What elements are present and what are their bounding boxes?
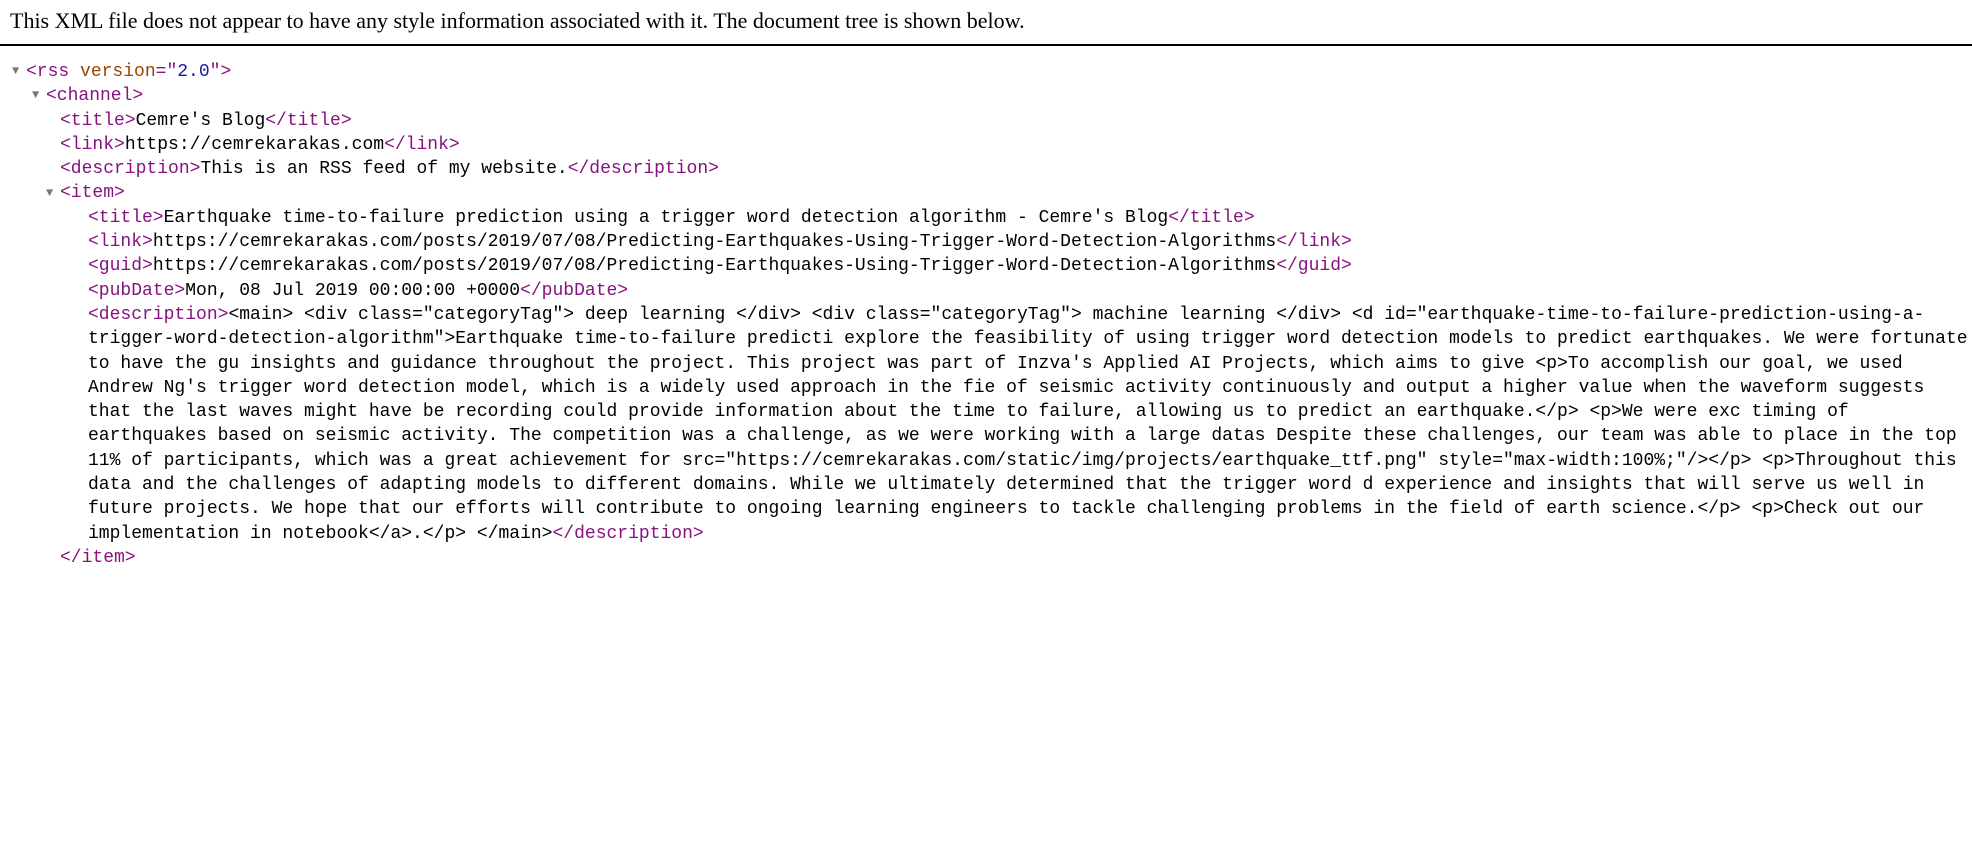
link-close-tag: </link> (384, 135, 460, 155)
pubdate-open-tag: <pubDate> (88, 281, 185, 301)
desc-text: This is an RSS feed of my website. (200, 159, 567, 179)
link-text: https://cemrekarakas.com/posts/2019/07/0… (153, 232, 1276, 252)
link-close-tag: </link> (1276, 232, 1352, 252)
tag: <rss (26, 62, 80, 82)
attr-value: 2.0 (177, 62, 209, 82)
toggle-icon[interactable]: ▼ (12, 63, 26, 79)
item-open[interactable]: ▼<item> (12, 181, 1972, 205)
title-open-tag: <title> (88, 208, 164, 228)
channel-description[interactable]: <description>This is an RSS feed of my w… (12, 157, 1972, 181)
tag: =" (156, 62, 178, 82)
desc-close-tag: </description> (552, 524, 703, 544)
link-open-tag: <link> (60, 135, 125, 155)
rss-open[interactable]: ▼<rss version="2.0"> (12, 60, 1972, 84)
item-title[interactable]: <title>Earthquake time-to-failure predic… (12, 206, 1972, 230)
desc-open-tag: <description> (88, 305, 228, 325)
title-close-tag: </title> (1168, 208, 1254, 228)
item-close[interactable]: </item> (12, 546, 1972, 570)
title-open-tag: <title> (60, 111, 136, 131)
tag: <channel> (46, 86, 143, 106)
attr-name: version (80, 62, 156, 82)
item-guid[interactable]: <guid>https://cemrekarakas.com/posts/201… (12, 254, 1972, 278)
channel-title[interactable]: <title>Cemre's Blog</title> (12, 109, 1972, 133)
title-close-tag: </title> (265, 111, 351, 131)
desc-open-tag: <description> (60, 159, 200, 179)
tag: </item> (60, 548, 136, 568)
xml-tree: ▼<rss version="2.0"> ▼<channel> <title>C… (0, 46, 1972, 570)
guid-open-tag: <guid> (88, 256, 153, 276)
channel-open[interactable]: ▼<channel> (12, 84, 1972, 108)
toggle-icon[interactable]: ▼ (46, 185, 60, 201)
toggle-icon[interactable]: ▼ (32, 87, 46, 103)
guid-text: https://cemrekarakas.com/posts/2019/07/0… (153, 256, 1276, 276)
pubdate-close-tag: </pubDate> (520, 281, 628, 301)
channel-link[interactable]: <link>https://cemrekarakas.com</link> (12, 133, 1972, 157)
tag: <item> (60, 183, 125, 203)
title-text: Earthquake time-to-failure prediction us… (164, 208, 1169, 228)
tag: "> (210, 62, 232, 82)
item-pubdate[interactable]: <pubDate>Mon, 08 Jul 2019 00:00:00 +0000… (12, 279, 1972, 303)
guid-close-tag: </guid> (1276, 256, 1352, 276)
item-link[interactable]: <link>https://cemrekarakas.com/posts/201… (12, 230, 1972, 254)
link-text: https://cemrekarakas.com (125, 135, 384, 155)
item-description[interactable]: <description><main> <div class="category… (12, 303, 1972, 546)
xml-notice: This XML file does not appear to have an… (0, 0, 1972, 46)
desc-text: <main> <div class="categoryTag"> deep le… (88, 305, 1968, 544)
pubdate-text: Mon, 08 Jul 2019 00:00:00 +0000 (185, 281, 520, 301)
desc-close-tag: </description> (568, 159, 719, 179)
title-text: Cemre's Blog (136, 111, 266, 131)
link-open-tag: <link> (88, 232, 153, 252)
